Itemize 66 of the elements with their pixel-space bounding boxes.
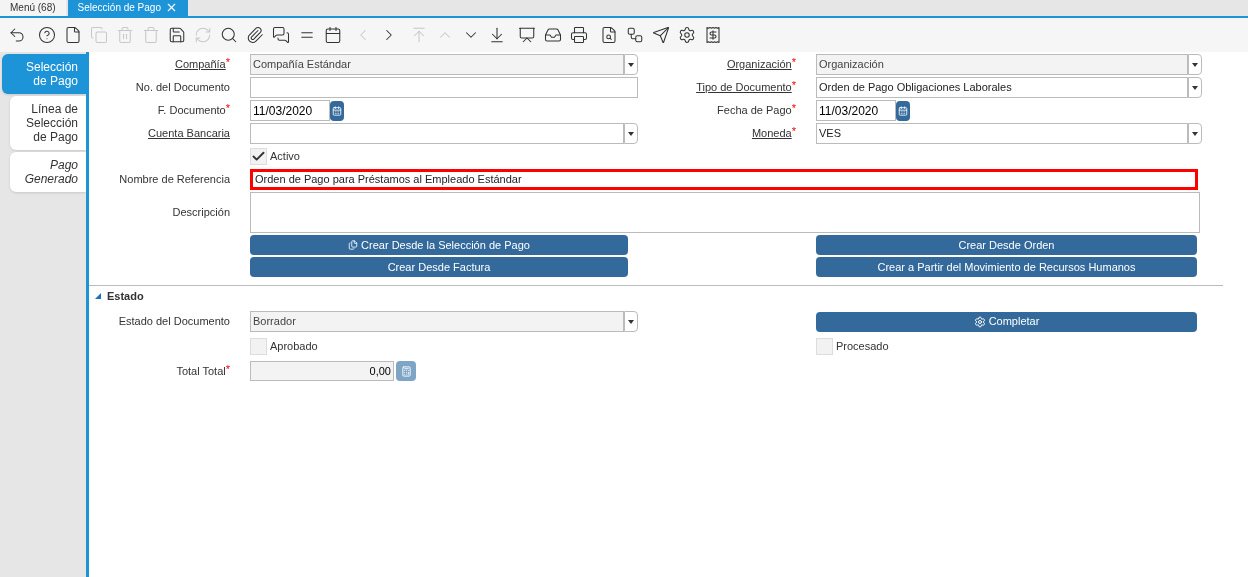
- checkbox[interactable]: [250, 148, 267, 165]
- caret-icon: [1192, 85, 1198, 90]
- field-label[interactable]: Tipo de Documento: [696, 79, 792, 96]
- copy-icon: [348, 240, 359, 250]
- dropdown-field[interactable]: VES: [816, 123, 1188, 144]
- required-mark: *: [791, 101, 796, 114]
- field-label[interactable]: Cuenta Bancaria: [148, 125, 230, 142]
- field-label: Total Total: [176, 363, 226, 379]
- required-mark: *: [791, 124, 796, 139]
- dropdown-field[interactable]: Organización: [816, 54, 1188, 75]
- caret-icon: [628, 319, 634, 324]
- description-field[interactable]: [250, 192, 1200, 233]
- caret-icon: [628, 131, 634, 136]
- action-button[interactable]: Crear Desde la Selección de Pago: [250, 235, 628, 255]
- side-tab[interactable]: Pago Generado: [10, 152, 86, 192]
- required-mark: *: [791, 55, 796, 68]
- caret-icon: [1192, 131, 1198, 136]
- action-button[interactable]: Completar: [816, 311, 1197, 332]
- dropdown-field[interactable]: Borrador: [250, 311, 624, 332]
- dropdown-button[interactable]: [1188, 54, 1202, 75]
- caret-icon: [1192, 62, 1198, 67]
- required-mark: *: [225, 55, 230, 68]
- required-mark: *: [791, 78, 796, 93]
- number-field[interactable]: 0,00: [250, 361, 394, 381]
- date-field[interactable]: 11/03/2020: [816, 100, 896, 121]
- checkbox-label: Aprobado: [270, 339, 318, 355]
- reference-field[interactable]: Orden de Pago para Préstamos al Empleado Estándar: [250, 169, 1198, 190]
- calendar-button[interactable]: [896, 100, 910, 121]
- field-label: Estado del Documento: [118, 314, 230, 330]
- action-button[interactable]: Crear a Partir del Movimiento de Recursos Humanos: [816, 257, 1197, 277]
- checkbox[interactable]: [816, 338, 833, 355]
- checkbox-label: Procesado: [836, 339, 889, 355]
- window-tab[interactable]: Menú (68): [0, 0, 66, 16]
- field-label: Nombre de Referencia: [119, 172, 230, 188]
- field-label: Descripción: [172, 205, 230, 221]
- field-label: F. Documento: [157, 103, 226, 119]
- dropdown-button[interactable]: [1188, 123, 1202, 144]
- check-icon: [251, 149, 266, 164]
- action-button[interactable]: Crear Desde Factura: [250, 257, 628, 277]
- section-title: Estado: [107, 288, 144, 304]
- calendar-icon: [898, 105, 908, 116]
- required-mark: *: [225, 101, 230, 116]
- dropdown-field[interactable]: Orden de Pago Obligaciones Laborales: [816, 77, 1188, 98]
- dropdown-button[interactable]: [624, 123, 638, 144]
- calendar-button[interactable]: [330, 100, 344, 121]
- text-field[interactable]: [250, 77, 638, 98]
- checkbox-label: Activo: [270, 149, 300, 165]
- required-mark: *: [225, 362, 230, 377]
- field-label[interactable]: Organización: [726, 56, 792, 73]
- caret-icon: [628, 62, 634, 67]
- side-tab[interactable]: Línea de Selección de Pago: [10, 96, 86, 150]
- date-field[interactable]: 11/03/2020: [250, 100, 330, 121]
- field-label[interactable]: Compañía: [174, 56, 226, 73]
- checkbox[interactable]: [250, 338, 267, 355]
- calendar-icon: [332, 105, 342, 116]
- dropdown-button[interactable]: [1188, 77, 1202, 98]
- calculator-icon: [400, 365, 412, 377]
- dropdown-field[interactable]: [250, 123, 624, 144]
- dropdown-field[interactable]: Compañía Estándar: [250, 54, 624, 75]
- field-label: No. del Documento: [135, 80, 230, 96]
- gear-icon: [973, 315, 986, 328]
- dropdown-button[interactable]: [624, 54, 638, 75]
- action-button[interactable]: Crear Desde Orden: [816, 235, 1197, 255]
- field-label: Fecha de Pago: [717, 103, 792, 119]
- field-label[interactable]: Moneda: [751, 125, 792, 142]
- dropdown-button[interactable]: [624, 311, 638, 332]
